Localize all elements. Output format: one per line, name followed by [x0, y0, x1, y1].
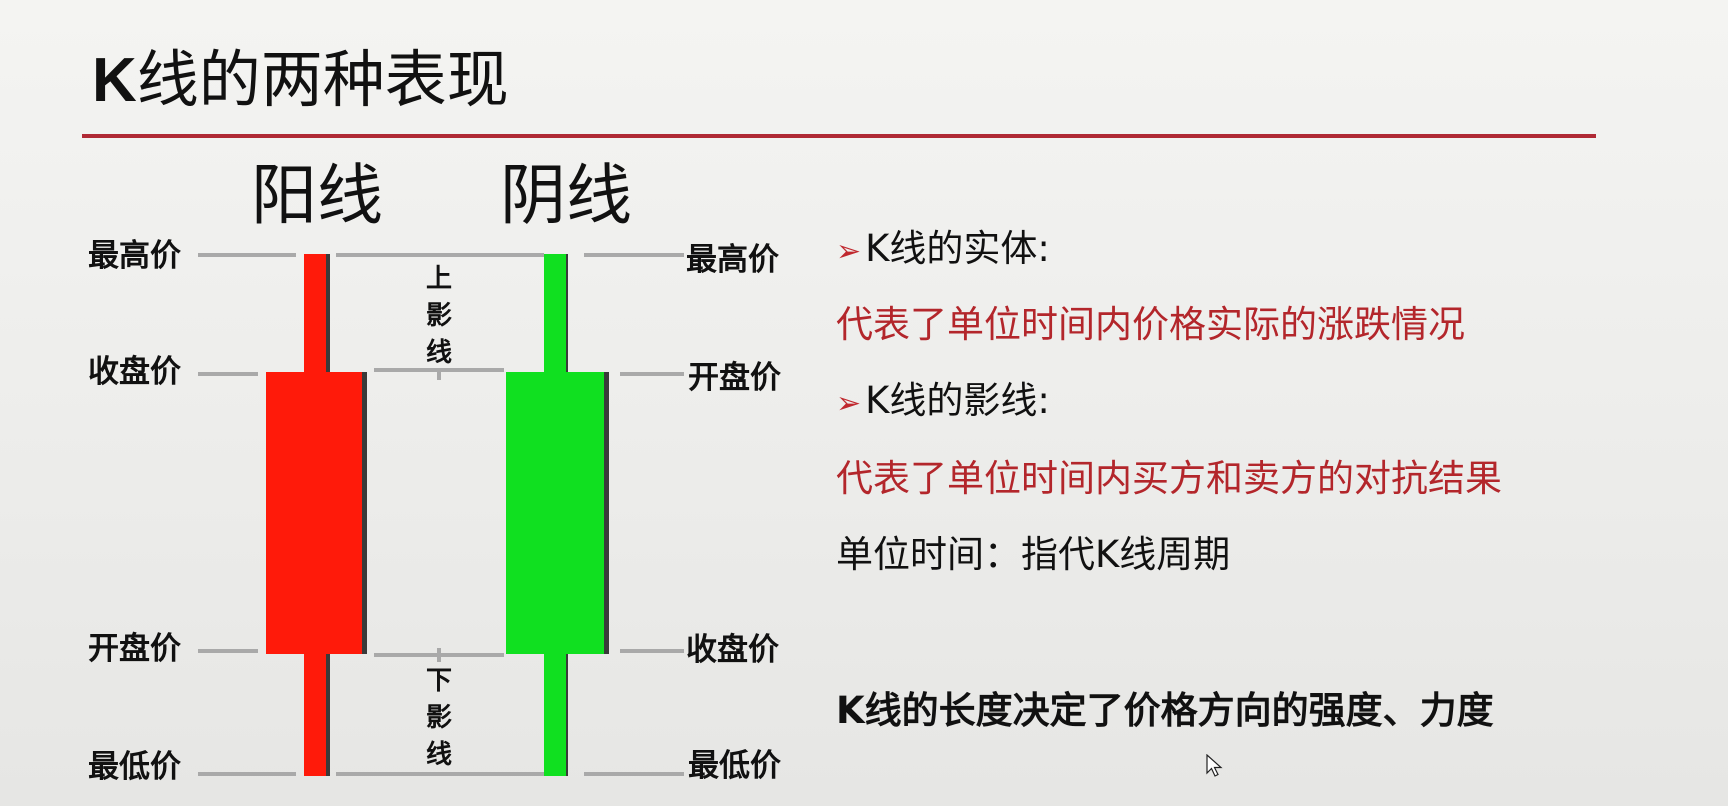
yin-label-high: 最高价	[686, 242, 779, 278]
yin-body	[506, 372, 604, 654]
unit-time-note: 单位时间：指代K线周期	[836, 533, 1231, 576]
yang-label-close: 收盘价	[88, 354, 181, 390]
yin-title: 阴线	[500, 157, 632, 234]
lower-shadow-char: 下	[426, 666, 452, 696]
yin-label-open: 开盘价	[688, 360, 781, 396]
lower-shadow-label: 下 影 线	[426, 666, 452, 770]
shadow-description: 代表了单位时间内买方和卖方的对抗结果	[836, 457, 1502, 500]
yang-label-open: 开盘价	[88, 631, 181, 667]
upper-shadow-char: 上	[426, 264, 452, 294]
mouse-cursor-icon	[1206, 754, 1223, 777]
upper-shadow-char: 影	[426, 301, 452, 331]
yang-body	[266, 372, 362, 654]
upper-shadow-char: 线	[426, 338, 452, 368]
yang-label-low: 最低价	[88, 749, 181, 785]
yin-label-close: 收盘价	[686, 632, 779, 668]
yang-title: 阳线	[251, 157, 383, 234]
yin-label-low: 最低价	[688, 748, 781, 784]
shadow-heading: ➢ K线的影线:	[836, 379, 1050, 422]
length-note: K线的长度决定了价格方向的强度、力度	[836, 689, 1494, 732]
lower-shadow-char: 影	[426, 703, 452, 733]
upper-shadow-label: 上 影 线	[426, 264, 452, 368]
yang-candle	[266, 254, 367, 776]
yang-label-high: 最高价	[88, 238, 181, 274]
entity-heading: ➢ K线的实体:	[836, 227, 1050, 270]
entity-description: 代表了单位时间内价格实际的涨跌情况	[836, 303, 1465, 346]
arrow-bullet-icon: ➢	[836, 234, 862, 269]
arrow-bullet-icon: ➢	[836, 386, 862, 421]
lower-shadow-char: 线	[426, 740, 452, 770]
yin-candle	[506, 254, 609, 776]
